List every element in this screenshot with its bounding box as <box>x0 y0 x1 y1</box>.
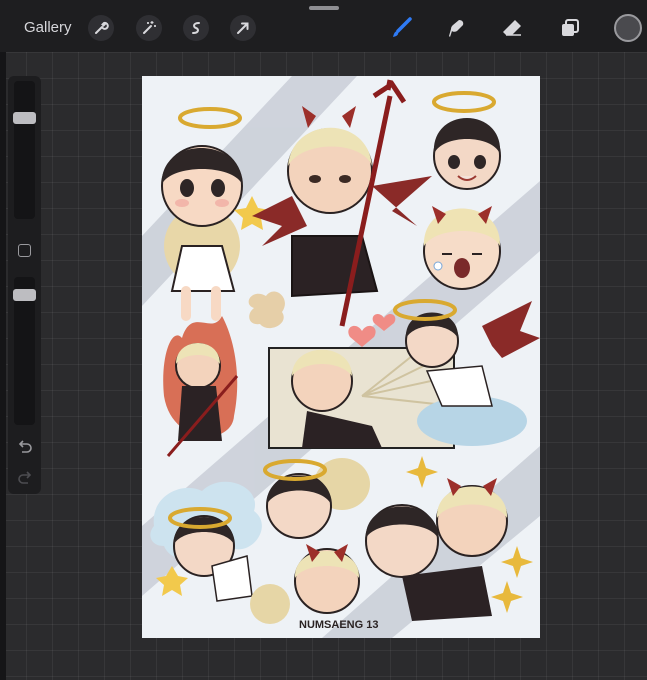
fire-devil-sticker <box>163 316 239 457</box>
color-icon[interactable] <box>614 14 642 42</box>
drawing-canvas[interactable]: NUMSAENG 13 <box>142 76 540 638</box>
cloud-angel-sticker <box>150 481 262 602</box>
smudge-icon[interactable] <box>441 13 471 43</box>
window-edge <box>0 52 6 680</box>
brush-size-slider[interactable] <box>13 81 36 219</box>
brush-icon[interactable] <box>386 13 416 43</box>
eraser-icon[interactable] <box>497 13 527 43</box>
opacity-thumb[interactable] <box>13 289 36 301</box>
cloud-puff-sticker <box>248 291 285 329</box>
transform-arrow-icon[interactable] <box>230 15 256 41</box>
modify-button[interactable] <box>18 244 31 257</box>
undo-icon[interactable] <box>16 438 34 456</box>
brush-size-thumb[interactable] <box>13 112 36 124</box>
gallery-button[interactable]: Gallery <box>24 19 72 36</box>
redo-icon[interactable] <box>16 469 34 487</box>
devil-head-sticker-2 <box>250 544 360 624</box>
devil-wings-sticker <box>482 301 540 358</box>
sticker-artwork: NUMSAENG 13 <box>142 76 540 638</box>
magic-wand-icon[interactable] <box>136 15 162 41</box>
selection-icon[interactable] <box>183 15 209 41</box>
top-toolbar: Gallery <box>0 0 647 52</box>
layers-icon[interactable] <box>555 13 585 43</box>
wrench-icon[interactable] <box>88 15 114 41</box>
angel-head-sticker <box>432 91 501 190</box>
toolbar-grabber[interactable] <box>309 6 339 10</box>
opacity-slider[interactable] <box>13 277 36 425</box>
crying-devil-sticker <box>423 206 501 290</box>
artist-signature: NUMSAENG 13 <box>299 619 378 631</box>
sidebar <box>8 76 41 494</box>
